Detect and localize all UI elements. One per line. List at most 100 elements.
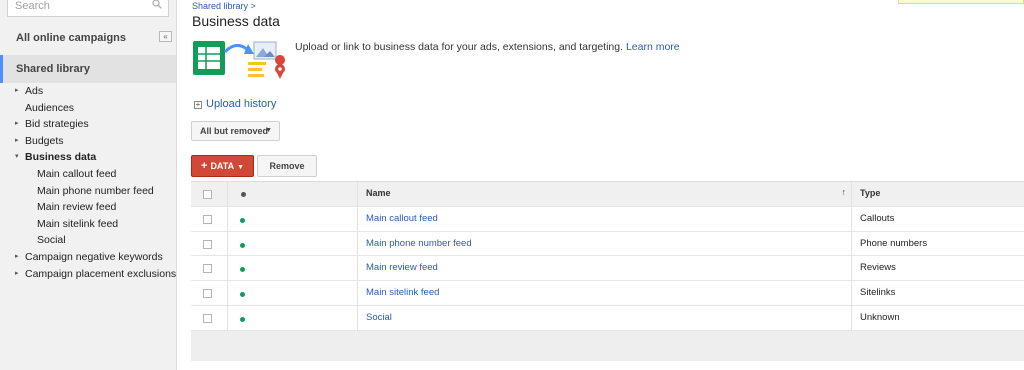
expand-plus-icon[interactable]: + <box>194 101 202 109</box>
add-data-button[interactable]: + DATA ▼ <box>191 155 254 177</box>
table-row: Social Unknown <box>191 305 1024 331</box>
business-data-illustration <box>193 41 286 79</box>
add-data-label: DATA <box>210 161 235 171</box>
sidebar-item-main-sitelink-feed[interactable]: Main sitelink feed <box>0 216 176 233</box>
upload-history-label: Upload history <box>206 98 277 110</box>
sidebar-item-business-data[interactable]: ▾ Business data <box>0 149 176 166</box>
shared-library-label: Shared library <box>16 63 90 75</box>
row-checkbox[interactable] <box>203 214 212 224</box>
type-cell: Sitelinks <box>852 281 1024 305</box>
sidebar-item-label: Social <box>37 234 66 247</box>
sidebar-item-ads[interactable]: ▸ Ads <box>0 83 176 100</box>
name-column-label: Name <box>366 188 391 198</box>
shared-library[interactable]: Shared library <box>0 55 176 83</box>
feed-type: Reviews <box>860 262 896 274</box>
checkbox-cell <box>191 281 228 305</box>
enabled-status-icon[interactable] <box>240 242 245 248</box>
table-footer <box>191 330 1024 361</box>
collapse-sidebar-icon[interactable]: « <box>159 31 172 42</box>
hero-description: Upload or link to business data for your… <box>295 41 680 53</box>
checkbox-cell <box>191 256 228 281</box>
header-name-cell[interactable]: Name ↑ <box>358 182 852 206</box>
table-row: Main sitelink feed Sitelinks <box>191 281 1024 306</box>
table-row: Main callout feed Callouts <box>191 206 1024 232</box>
status-filter-dropdown[interactable]: All but removed ▼ <box>191 121 280 141</box>
learn-more-link[interactable]: Learn more <box>626 41 680 53</box>
header-type-cell[interactable]: Type <box>852 182 1024 206</box>
row-checkbox[interactable] <box>203 289 212 299</box>
checkbox-cell <box>191 206 228 231</box>
type-cell: Callouts <box>852 207 1024 231</box>
caret-down-icon: ▼ <box>237 164 245 171</box>
sidebar-item-label: Campaign negative keywords <box>25 250 163 263</box>
type-cell: Reviews <box>852 256 1024 280</box>
status-filter-label: All but removed <box>200 126 269 136</box>
enabled-status-icon[interactable] <box>240 292 245 298</box>
enabled-status-icon[interactable] <box>240 316 245 322</box>
shared-library-tree: ▸ Ads Audiences ▸ Bid strategies ▸ Budgets ▾ Bus… <box>0 83 176 282</box>
remove-button[interactable]: Remove <box>257 155 317 177</box>
row-checkbox[interactable] <box>203 264 212 274</box>
name-cell: Social <box>358 305 852 330</box>
sidebar-item-main-phone-number-feed[interactable]: Main phone number feed <box>0 183 176 200</box>
collapsed-arrow-icon[interactable]: ▸ <box>15 83 19 100</box>
main-content: Shared library > Business data Upload or… <box>177 0 1024 370</box>
table-row: Main review feed Reviews <box>191 256 1024 282</box>
feed-type: Sitelinks <box>860 287 896 299</box>
name-cell: Main phone number feed <box>358 231 852 256</box>
notification-strip <box>898 0 1024 4</box>
name-cell: Main callout feed <box>358 206 852 231</box>
page-title: Business data <box>192 13 280 29</box>
search-input[interactable] <box>8 0 143 16</box>
status-cell <box>228 231 358 256</box>
feed-name-link[interactable]: Main sitelink feed <box>366 287 439 298</box>
status-cell <box>228 281 358 305</box>
upload-history-toggle[interactable]: + Upload history <box>194 98 276 110</box>
feed-name-link[interactable]: Main callout feed <box>366 213 438 224</box>
all-online-campaigns[interactable]: All online campaigns « <box>0 25 176 52</box>
sidebar-item-campaign-negative-keywords[interactable]: ▸ Campaign negative keywords <box>0 249 176 266</box>
collapsed-arrow-icon[interactable]: ▸ <box>15 249 19 266</box>
sort-ascending-icon[interactable]: ↑ <box>842 187 847 197</box>
hero-text: Upload or link to business data for your… <box>295 41 624 53</box>
sidebar-item-bid-strategies[interactable]: ▸ Bid strategies <box>0 116 176 133</box>
feed-name-link[interactable]: Main phone number feed <box>366 238 472 249</box>
header-status-cell <box>228 182 358 206</box>
enabled-status-icon[interactable] <box>240 267 245 273</box>
row-checkbox[interactable] <box>203 313 212 323</box>
sidebar: All online campaigns « Shared library ▸ A… <box>0 0 177 370</box>
expanded-arrow-icon[interactable]: ▾ <box>15 149 19 166</box>
sidebar-item-campaign-placement-exclusions[interactable]: ▸ Campaign placement exclusions <box>0 266 176 283</box>
collapsed-arrow-icon[interactable]: ▸ <box>15 116 19 133</box>
sidebar-item-label: Main sitelink feed <box>37 217 119 230</box>
breadcrumb[interactable]: Shared library > <box>192 1 256 11</box>
plus-icon: + <box>201 160 208 172</box>
enabled-status-icon[interactable] <box>240 217 245 223</box>
checkbox-cell <box>191 231 228 256</box>
name-cell: Main sitelink feed <box>358 281 852 305</box>
sidebar-item-audiences[interactable]: Audiences <box>0 100 176 117</box>
sidebar-item-social[interactable]: Social <box>0 232 176 249</box>
business-data-table: Name ↑ Type Main callout feed Callouts Mai… <box>191 181 1024 361</box>
feed-name-link[interactable]: Social <box>366 312 392 323</box>
business-data-page: All online campaigns « Shared library ▸ A… <box>0 0 1024 370</box>
sidebar-item-label: Main review feed <box>37 201 117 214</box>
sidebar-item-budgets[interactable]: ▸ Budgets <box>0 133 176 150</box>
table-header: Name ↑ Type <box>191 182 1024 207</box>
select-all-checkbox[interactable] <box>203 190 212 199</box>
feed-name-link[interactable]: Main review feed <box>366 262 438 273</box>
search-icon[interactable] <box>152 0 162 9</box>
row-checkbox[interactable] <box>203 239 212 249</box>
sidebar-item-label: Main phone number feed <box>37 184 154 197</box>
sidebar-item-label: Audiences <box>25 101 75 114</box>
search-box[interactable] <box>7 0 169 17</box>
sidebar-item-main-review-feed[interactable]: Main review feed <box>0 199 176 216</box>
checkbox-cell <box>191 305 228 330</box>
status-column-icon <box>241 192 246 197</box>
sidebar-item-main-callout-feed[interactable]: Main callout feed <box>0 166 176 183</box>
status-cell <box>228 206 358 231</box>
sidebar-item-label: Campaign placement exclusions <box>25 267 177 280</box>
caret-down-icon: ▼ <box>265 127 272 134</box>
collapsed-arrow-icon[interactable]: ▸ <box>15 133 19 150</box>
collapsed-arrow-icon[interactable]: ▸ <box>15 266 19 283</box>
